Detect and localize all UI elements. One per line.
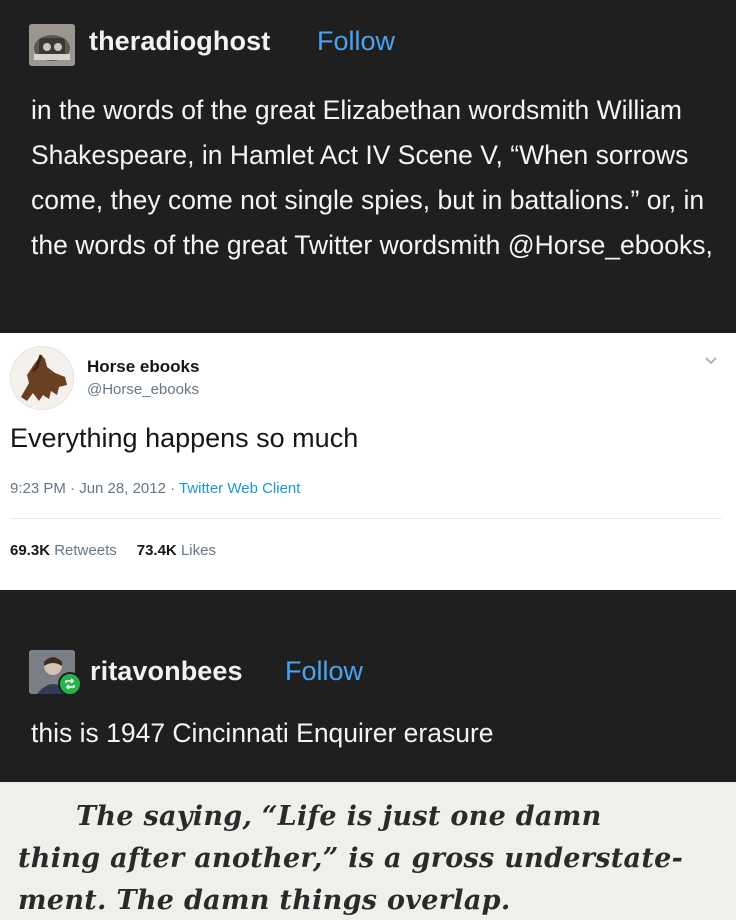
- clipping-line: thing after another,” is a gross underst…: [18, 843, 684, 874]
- clipping-line: ment. The damn things overlap.: [18, 885, 511, 916]
- newspaper-clipping: The saying, “Life is just one damn thing…: [0, 782, 736, 920]
- tweet-author-handle[interactable]: @Horse_ebooks: [87, 381, 199, 398]
- tweet-client-link[interactable]: Twitter Web Client: [179, 480, 300, 497]
- tweet-timestamp[interactable]: 9:23 PM · Jun 28, 2012 ·: [10, 480, 179, 497]
- retweets-label: Retweets: [54, 542, 117, 559]
- tweet-meta: 9:23 PM · Jun 28, 2012 · Twitter Web Cli…: [10, 480, 300, 497]
- horse-avatar-icon: [11, 347, 73, 409]
- username[interactable]: ritavonbees: [90, 656, 243, 687]
- post-body: in the words of the great Elizabethan wo…: [31, 95, 713, 260]
- follow-button[interactable]: Follow: [317, 26, 395, 57]
- username[interactable]: theradioghost: [89, 26, 270, 57]
- tweet-stats: 69.3K Retweets 73.4K Likes: [10, 542, 216, 559]
- follow-button[interactable]: Follow: [285, 656, 363, 687]
- tweet-text: Everything happens so much: [10, 423, 359, 453]
- avatar[interactable]: [29, 24, 75, 66]
- chevron-down-icon[interactable]: [703, 355, 719, 367]
- avatar[interactable]: [10, 346, 74, 410]
- reblog-icon: [58, 672, 82, 696]
- post-ritavonbees: ritavonbees Follow this is 1947 Cincinna…: [0, 590, 736, 782]
- embedded-tweet: Horse ebooks @Horse_ebooks Everything ha…: [0, 333, 736, 590]
- retweets-count[interactable]: 69.3K: [10, 542, 50, 559]
- tweet-author-name[interactable]: Horse ebooks: [87, 357, 199, 377]
- post-body: this is 1947 Cincinnati Enquirer erasure: [31, 718, 494, 748]
- likes-label: Likes: [180, 542, 216, 559]
- likes-count[interactable]: 73.4K: [137, 542, 177, 559]
- clipping-line: The saying, “Life is just one damn: [76, 801, 602, 832]
- avatar-image: [29, 24, 75, 66]
- post-theradioghost: theradioghost Follow in the words of the…: [0, 0, 736, 333]
- divider: [10, 518, 722, 519]
- avatar[interactable]: [29, 650, 82, 696]
